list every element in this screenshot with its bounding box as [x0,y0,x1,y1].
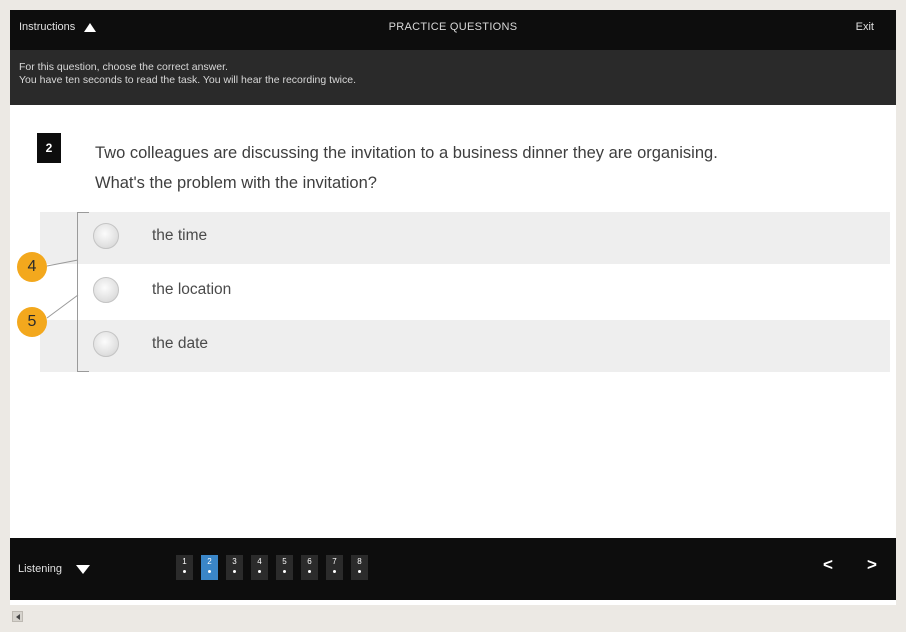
dot-icon [233,570,236,573]
question-text-line: What's the problem with the invitation? [95,174,377,192]
question-nav-item[interactable]: 2 [201,555,218,580]
top-bar: Instructions PRACTICE QUESTIONS Exit [10,10,896,50]
question-nav-number: 8 [357,557,362,566]
question-nav-item[interactable]: 7 [326,555,343,580]
section-label: Listening [18,563,63,575]
option-label: the time [152,227,208,244]
option-label: the date [152,335,209,352]
dot-icon [258,570,261,573]
question-nav-item[interactable]: 4 [251,555,268,580]
instructions-panel: For this question, choose the correct an… [10,50,896,105]
radio-button[interactable] [93,223,119,249]
answer-option-location[interactable]: the location [40,266,890,318]
question-nav-number: 2 [207,557,212,566]
dot-icon [183,570,186,573]
triangle-down-icon [76,564,91,574]
answer-option-date[interactable]: the date [40,320,890,372]
question-nav-item[interactable]: 1 [176,555,193,580]
question-nav-number: 1 [182,557,187,566]
question-nav-number: 6 [307,557,312,566]
option-label: the location [152,281,232,298]
question-nav-item[interactable]: 6 [301,555,318,580]
question-number: 2 [37,133,61,163]
dot-icon [333,570,336,573]
instructions-line: You have ten seconds to read the task. Y… [19,74,356,86]
speaker-icon[interactable] [12,611,23,622]
callout-badge: 4 [17,252,47,282]
question-nav-number: 5 [282,557,287,566]
test-window: Instructions PRACTICE QUESTIONS Exit For… [10,10,896,605]
answer-option-time[interactable]: the time [40,212,890,264]
exit-button[interactable]: Exit [856,21,874,33]
question-text: Two colleagues are discussing the invita… [95,138,885,198]
question-text-line: Two colleagues are discussing the invita… [95,144,718,162]
dot-icon [358,570,361,573]
question-nav-number: 4 [257,557,262,566]
question-nav-number: 3 [232,557,237,566]
question-nav-number: 7 [332,557,337,566]
instructions-line: For this question, choose the correct an… [19,61,228,73]
question-nav-item[interactable]: 3 [226,555,243,580]
question-nav-item[interactable]: 8 [351,555,368,580]
section-toggle[interactable]: Listening [18,563,91,575]
dot-icon [283,570,286,573]
radio-button[interactable] [93,277,119,303]
options-bracket [77,212,89,372]
next-button[interactable]: > [867,555,877,575]
callout-badge: 5 [17,307,47,337]
question-navigator: 1 2 3 4 5 6 7 8 [176,555,368,580]
dot-icon [308,570,311,573]
previous-button[interactable]: < [823,555,833,575]
dot-icon [208,570,211,573]
page-title: PRACTICE QUESTIONS [388,21,518,33]
radio-button[interactable] [93,331,119,357]
bottom-bar: Listening 1 2 3 4 5 6 7 8 < > [10,538,896,600]
question-nav-item[interactable]: 5 [276,555,293,580]
